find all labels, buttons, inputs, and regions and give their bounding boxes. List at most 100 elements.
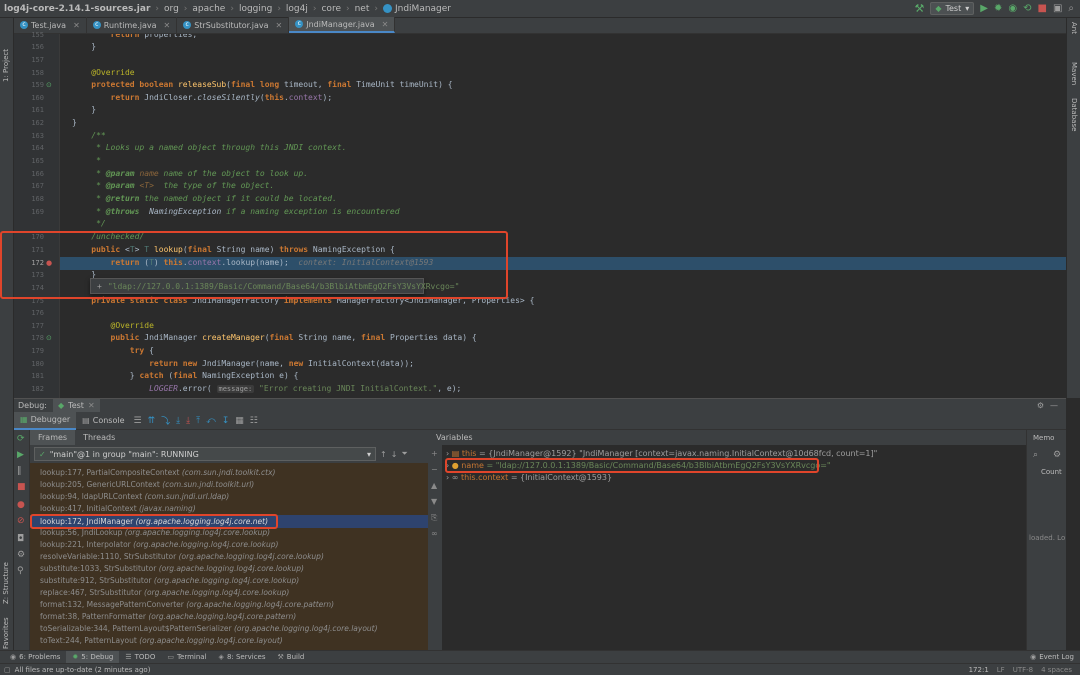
glasses-icon[interactable]: ∞	[431, 529, 438, 538]
mute-breakpoints-icon[interactable]: ⊘	[17, 516, 25, 526]
thread-select[interactable]: ✓ "main"@1 in group "main": RUNNING ▾	[34, 447, 376, 461]
debug-session-tab[interactable]: ◆ Test ✕	[53, 398, 100, 413]
close-icon[interactable]: ✕	[73, 21, 80, 30]
search-icon[interactable]: ⌕	[1033, 450, 1038, 460]
breadcrumb-log4j[interactable]: log4j	[286, 4, 308, 14]
frame-row[interactable]: toText:244, PatternLayout (org.apache.lo…	[40, 636, 283, 645]
close-icon[interactable]: ✕	[163, 21, 170, 30]
pin-icon[interactable]: ⚲	[17, 566, 24, 576]
add-watch-icon[interactable]: +	[431, 449, 438, 458]
breadcrumb-core[interactable]: core	[321, 4, 341, 14]
frame-row[interactable]: lookup:205, GenericURLContext (com.sun.j…	[40, 480, 254, 489]
code-editor[interactable]: return properties; } @Override protected…	[60, 34, 1066, 398]
tab-jndimanager-java[interactable]: c JndiManager.java ✕	[289, 17, 396, 33]
frame-row[interactable]: lookup:221, Interpolator (org.apache.log…	[40, 540, 278, 549]
problems-tool-button[interactable]: ◉ 6: Problems	[4, 651, 66, 664]
build-hammer-icon[interactable]: ⚒	[914, 2, 924, 15]
close-icon[interactable]: ✕	[88, 401, 95, 410]
project-tool-button[interactable]: 1: Project	[2, 49, 10, 82]
show-execution-point-icon[interactable]: ⇈	[148, 416, 156, 426]
indent-setting[interactable]: 4 spaces	[1041, 666, 1072, 674]
step-over-icon[interactable]: ⤵	[161, 414, 170, 427]
frame-row[interactable]: lookup:177, PartialCompositeContext (com…	[40, 468, 275, 477]
override-marker-icon[interactable]: ⊙	[46, 81, 52, 89]
breadcrumb-class[interactable]: JndiManager	[395, 4, 451, 14]
database-tool-button[interactable]: Database	[1070, 98, 1078, 131]
maven-tool-button[interactable]: Maven	[1070, 62, 1078, 85]
variable-row-this-context[interactable]: › ∞ this.context = {InitialContext@1593}	[446, 473, 612, 482]
terminal-tool-button[interactable]: ▭ Terminal	[161, 651, 212, 664]
tab-test-java[interactable]: c Test.java ✕	[14, 17, 87, 33]
arrow-down-icon[interactable]: ▼	[431, 497, 437, 506]
force-step-into-icon[interactable]: ⤓	[186, 416, 190, 426]
gear-icon[interactable]: ⚙	[1037, 401, 1044, 410]
frame-row[interactable]: lookup:94, ldapURLContext (com.sun.jndi.…	[40, 492, 229, 501]
run-to-cursor-icon[interactable]: ↧	[222, 416, 230, 426]
step-into-icon[interactable]: ⤓	[176, 416, 180, 426]
breadcrumb-logging[interactable]: logging	[239, 4, 272, 14]
tab-console[interactable]: ▤ Console	[76, 412, 130, 430]
tab-threads[interactable]: Threads	[75, 430, 123, 445]
arrow-up-icon[interactable]: ▲	[431, 481, 437, 490]
frame-row[interactable]: format:132, MessagePatternConverter (org…	[40, 600, 334, 609]
services-tool-button[interactable]: ◈ 8: Services	[213, 651, 272, 664]
breadcrumb-apache[interactable]: apache	[192, 4, 225, 14]
breadcrumb-jar[interactable]: log4j-core-2.14.1-sources.jar	[4, 4, 150, 14]
frame-row[interactable]: substitute:912, StrSubstitutor (org.apac…	[40, 576, 299, 585]
close-icon[interactable]: ✕	[382, 20, 389, 29]
camera-icon[interactable]: ◘	[17, 534, 24, 544]
settings-icon[interactable]: ⚙	[17, 550, 25, 560]
stop-icon[interactable]: ■	[17, 482, 26, 492]
run-icon[interactable]: ▶	[980, 3, 988, 14]
frame-row[interactable]: substitute:1033, StrSubstitutor (org.apa…	[40, 564, 304, 573]
filter-icon[interactable]: ⏷	[401, 449, 407, 459]
frame-row[interactable]: format:38, PatternFormatter (org.apache.…	[40, 612, 296, 621]
pause-icon[interactable]: ‖	[17, 466, 22, 476]
tab-frames[interactable]: Frames	[30, 430, 76, 445]
resume-icon[interactable]: ▶	[17, 450, 24, 460]
evaluate-expression-icon[interactable]: ▦	[235, 416, 244, 426]
step-out-icon[interactable]: ⤒	[196, 416, 200, 426]
ant-tool-button[interactable]: Ant	[1070, 22, 1078, 34]
debug-icon[interactable]: ✹	[994, 3, 1002, 14]
profile-icon[interactable]: ⟲	[1023, 3, 1031, 14]
copy-icon[interactable]: ⎘	[431, 513, 437, 523]
build-tool-button[interactable]: ⚒ Build	[272, 651, 311, 664]
arrow-down-icon[interactable]: ↓	[391, 450, 398, 459]
drop-frame-icon[interactable]: ⤺	[206, 416, 216, 426]
arrow-up-icon[interactable]: ↑	[380, 450, 387, 459]
gear-icon[interactable]: ⚙	[1053, 450, 1061, 460]
trace-icon[interactable]: ☷	[250, 416, 258, 426]
event-log-button[interactable]: ◉ Event Log	[1024, 651, 1080, 664]
minimize-icon[interactable]: —	[1050, 401, 1058, 410]
layout-icon[interactable]: ☰	[134, 416, 142, 426]
tab-memory[interactable]: Memo	[1033, 434, 1054, 442]
variable-row-this[interactable]: › ▤ this = {JndiManager@1592} "JndiManag…	[446, 449, 877, 458]
tab-strsubstitutor-java[interactable]: c StrSubstitutor.java ✕	[177, 17, 290, 33]
breadcrumb-org[interactable]: org	[164, 4, 179, 14]
frame-row[interactable]: lookup:417, InitialContext (javax.naming…	[40, 504, 196, 513]
frame-row[interactable]: resolveVariable:1110, StrSubstitutor (or…	[40, 552, 324, 561]
override-marker-icon[interactable]: ⊙	[46, 334, 52, 342]
caret-position[interactable]: 172:1	[969, 666, 989, 674]
frame-row[interactable]: lookup:56, JndiLookup (org.apache.loggin…	[40, 528, 270, 537]
search-icon[interactable]: ⌕	[1068, 3, 1074, 14]
remove-watch-icon[interactable]: −	[431, 465, 438, 474]
coverage-icon[interactable]: ◉	[1008, 3, 1017, 14]
structure-tool-button[interactable]: Z: Structure	[2, 562, 10, 604]
view-breakpoints-icon[interactable]: ●	[17, 500, 25, 510]
line-separator[interactable]: LF	[997, 666, 1005, 674]
close-icon[interactable]: ✕	[276, 21, 283, 30]
frame-row[interactable]: toSerializable:344, PatternLayout$Patter…	[40, 624, 378, 633]
debug-tool-button[interactable]: ✹ 5: Debug	[66, 650, 120, 664]
file-encoding[interactable]: UTF-8	[1013, 666, 1033, 674]
frame-row[interactable]: replace:467, StrSubstitutor (org.apache.…	[40, 588, 289, 597]
breadcrumb-net[interactable]: net	[355, 4, 370, 14]
project-structure-icon[interactable]: ▣	[1053, 3, 1062, 14]
run-configuration-select[interactable]: ◆ Test ▾	[930, 2, 975, 15]
rerun-icon[interactable]: ⟳	[17, 434, 25, 444]
tab-debugger[interactable]: ▦ Debugger	[14, 411, 77, 430]
tab-runtime-java[interactable]: c Runtime.java ✕	[87, 17, 178, 33]
expand-arrow-icon[interactable]: ›	[446, 473, 449, 482]
expand-arrow-icon[interactable]: ›	[446, 449, 449, 458]
